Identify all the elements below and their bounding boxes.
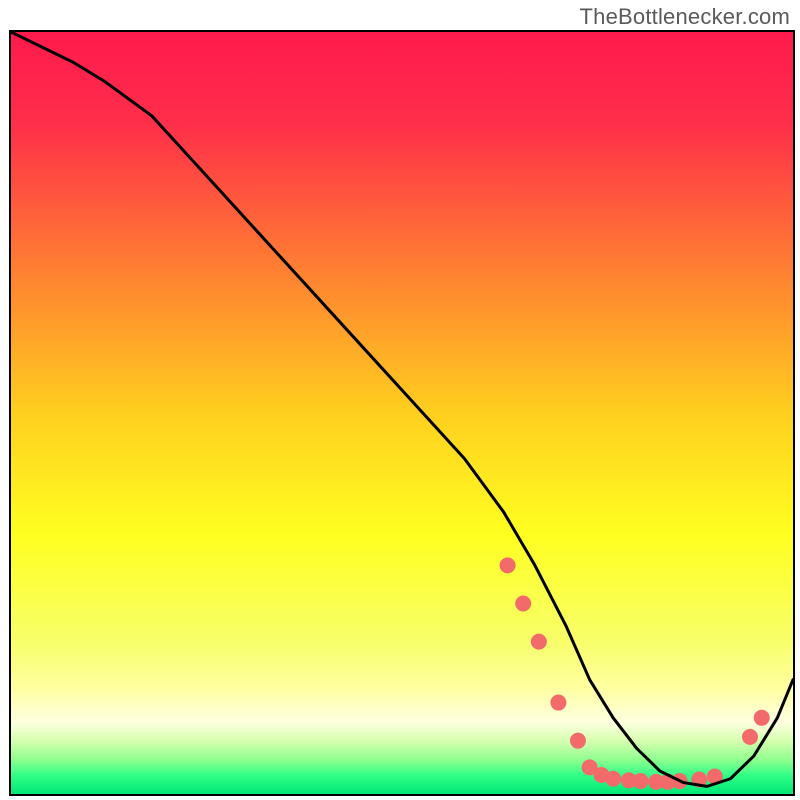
plot-area [9, 30, 795, 796]
chart-svg [11, 32, 793, 794]
data-point [605, 771, 621, 787]
data-point [550, 695, 566, 711]
bottleneck-curve [11, 32, 793, 786]
chart-stage: TheBottlenecker.com [0, 0, 800, 800]
data-point [531, 634, 547, 650]
attribution-text: TheBottlenecker.com [580, 4, 790, 30]
data-point [633, 773, 649, 789]
data-point [742, 729, 758, 745]
data-point [500, 557, 516, 573]
dots-group [500, 557, 770, 789]
data-point [570, 733, 586, 749]
data-point [754, 710, 770, 726]
data-point [515, 595, 531, 611]
